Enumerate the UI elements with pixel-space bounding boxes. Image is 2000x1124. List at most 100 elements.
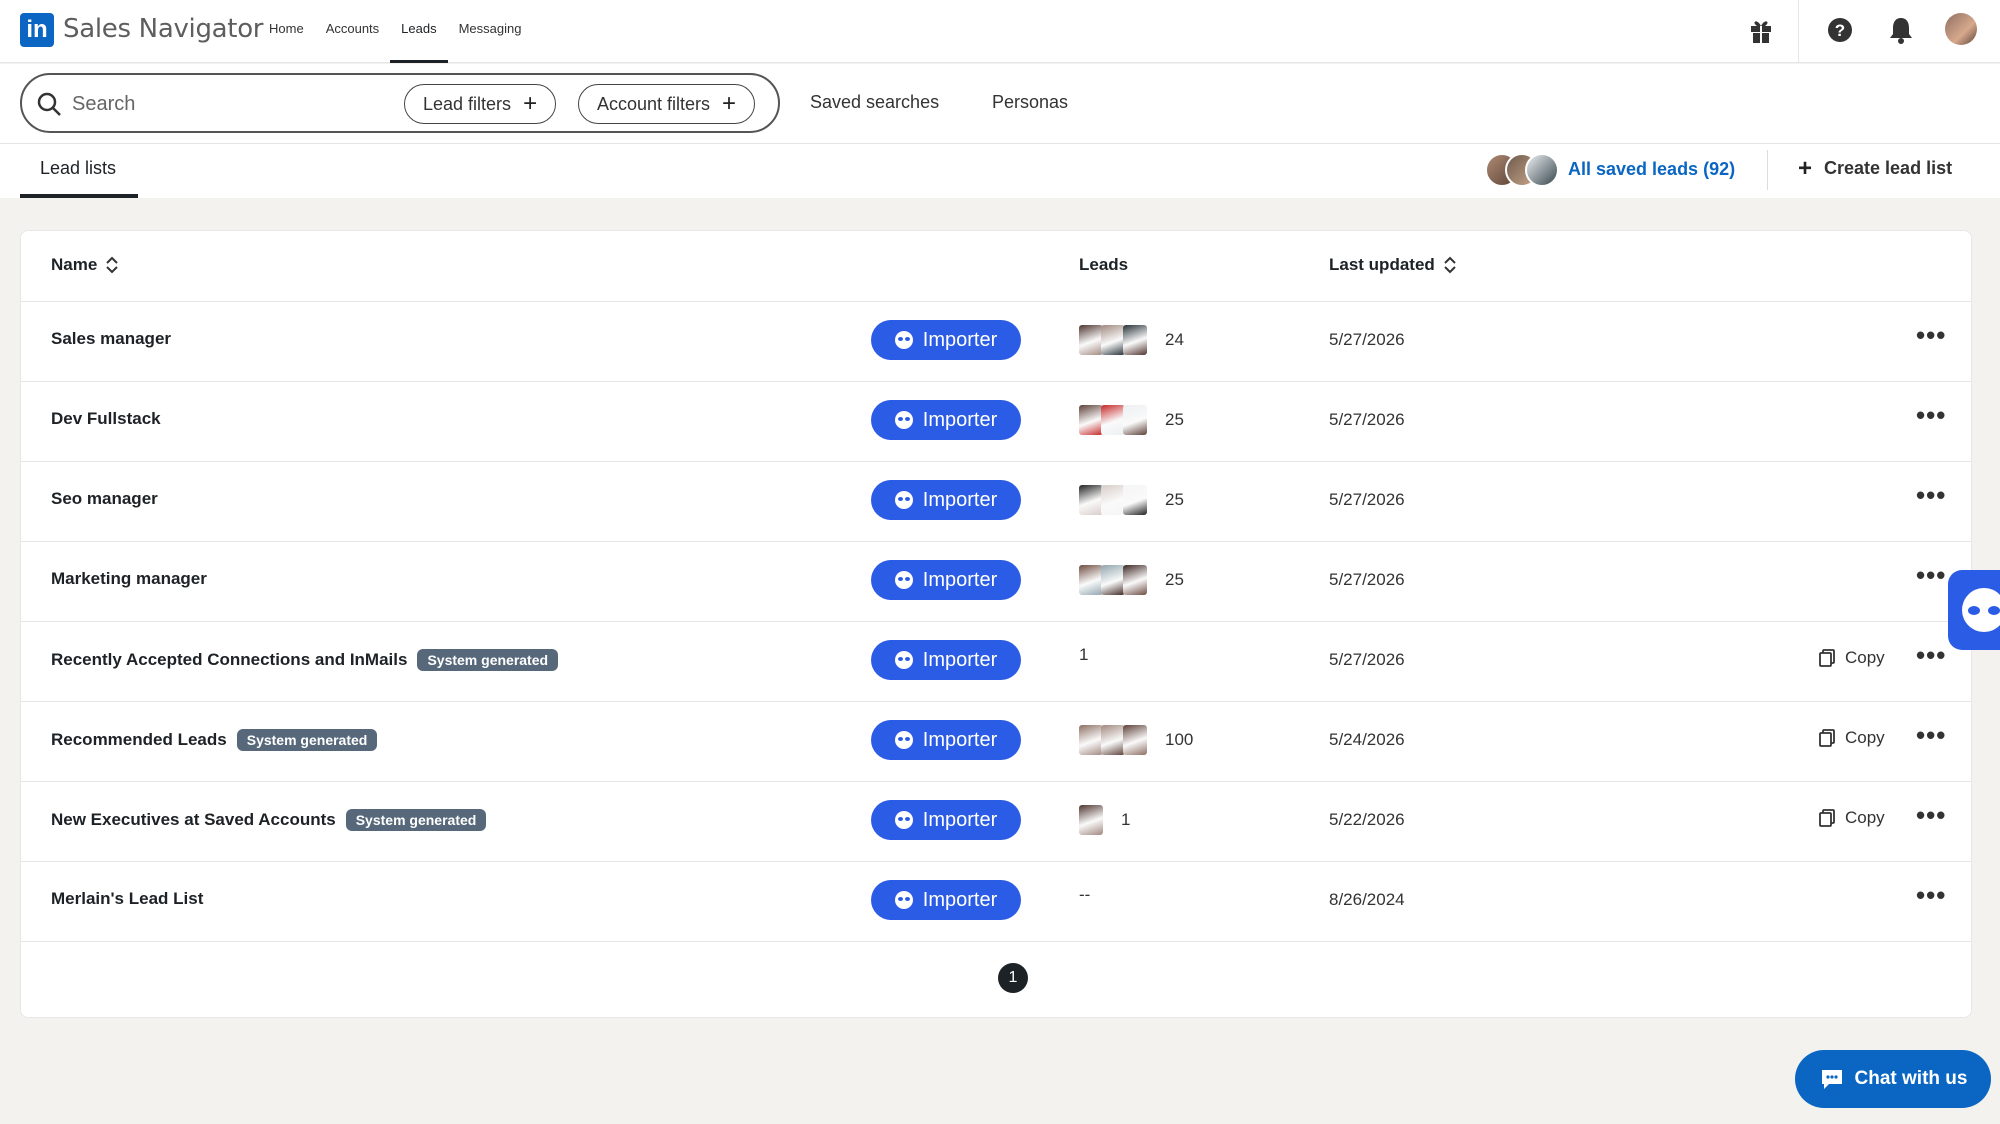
table-row[interactable]: Recommended Leads System generated Impor…	[21, 701, 1971, 782]
lead-photos	[1079, 405, 1147, 435]
leads-cell: 100	[1079, 725, 1193, 755]
nav-leads[interactable]: Leads	[390, 0, 448, 63]
importer-button[interactable]: Importer	[871, 800, 1021, 840]
system-generated-badge: System generated	[236, 729, 378, 751]
saved-searches-link[interactable]: Saved searches	[810, 92, 939, 113]
nav-home[interactable]: Home	[258, 0, 315, 63]
list-name[interactable]: New Executives at Saved Accounts	[51, 810, 336, 830]
alien-icon	[894, 491, 913, 509]
list-name[interactable]: Sales manager	[51, 329, 171, 349]
header-divider	[1767, 150, 1768, 190]
lead-photo	[1079, 485, 1103, 515]
name-header-label: Name	[51, 255, 98, 274]
lead-photos	[1079, 485, 1147, 515]
leads-cell: 1	[1079, 645, 1088, 665]
more-options-icon[interactable]: •••	[1916, 882, 1946, 908]
more-options-icon[interactable]: •••	[1916, 402, 1946, 428]
table-row[interactable]: Dev Fullstack Importer 25 5/27/2026 •••	[21, 381, 1971, 462]
create-lead-list-button[interactable]: + Create lead list	[1798, 156, 1953, 180]
table-row[interactable]: Sales manager Importer 24 5/27/2026 •••	[21, 301, 1971, 382]
plus-icon: +	[523, 90, 538, 117]
leads-cell: 24	[1079, 325, 1184, 355]
table-row[interactable]: Merlain's Lead List Importer -- 8/26/202…	[21, 861, 1971, 942]
last-updated-column-header[interactable]: Last updated	[1329, 255, 1457, 275]
leads-column-header: Leads	[1079, 255, 1128, 275]
bell-icon[interactable]	[1885, 14, 1917, 46]
nav-divider	[1798, 0, 1799, 63]
system-generated-badge: System generated	[417, 649, 559, 671]
brand-name[interactable]: Sales Navigator	[63, 14, 263, 44]
lead-photo	[1101, 565, 1125, 595]
last-updated-date: 5/27/2026	[1329, 410, 1405, 429]
importer-button[interactable]: Importer	[871, 560, 1021, 600]
importer-button[interactable]: Importer	[871, 480, 1021, 520]
lead-photo	[1123, 725, 1147, 755]
more-options-icon[interactable]: •••	[1916, 482, 1946, 508]
last-updated-header-label: Last updated	[1329, 255, 1435, 274]
list-name[interactable]: Marketing manager	[51, 569, 207, 589]
importer-button[interactable]: Importer	[871, 720, 1021, 760]
importer-label: Importer	[922, 648, 998, 671]
list-name-cell: Recommended Leads System generated	[51, 729, 378, 751]
more-options-icon[interactable]: •••	[1916, 562, 1946, 588]
leads-count: 25	[1165, 490, 1184, 509]
copy-icon	[1819, 649, 1835, 667]
importer-label: Importer	[922, 488, 998, 511]
importer-label: Importer	[922, 408, 998, 431]
copy-button[interactable]: Copy	[1819, 808, 1885, 828]
table-row[interactable]: Marketing manager Importer 25 5/27/2026 …	[21, 541, 1971, 622]
importer-button[interactable]: Importer	[871, 880, 1021, 920]
table-row[interactable]: Seo manager Importer 25 5/27/2026 •••	[21, 461, 1971, 542]
leads-header-label: Leads	[1079, 255, 1129, 274]
copy-button[interactable]: Copy	[1819, 728, 1885, 748]
name-column-header[interactable]: Name	[51, 255, 119, 275]
importer-button[interactable]: Importer	[871, 320, 1021, 360]
table-row[interactable]: New Executives at Saved Accounts System …	[21, 781, 1971, 862]
sort-icon	[1444, 256, 1456, 274]
help-icon[interactable]: ?	[1824, 14, 1856, 46]
lead-photos	[1079, 805, 1103, 835]
chat-with-us-button[interactable]: Chat with us	[1795, 1050, 1991, 1108]
lead-photo	[1101, 405, 1125, 435]
list-name[interactable]: Recently Accepted Connections and InMail…	[51, 650, 407, 670]
create-lead-list-label: Create lead list	[1824, 158, 1953, 178]
more-options-icon[interactable]: •••	[1916, 322, 1946, 348]
list-name[interactable]: Merlain's Lead List	[51, 889, 203, 909]
importer-label: Importer	[922, 328, 998, 351]
linkedin-logo[interactable]: in	[20, 13, 54, 47]
all-saved-leads-link[interactable]: All saved leads (92)	[1568, 159, 1735, 180]
more-options-icon[interactable]: •••	[1916, 642, 1946, 668]
lead-filters-button[interactable]: Lead filters +	[404, 84, 557, 124]
more-options-icon[interactable]: •••	[1916, 722, 1946, 748]
list-name[interactable]: Recommended Leads	[51, 730, 227, 750]
importer-button[interactable]: Importer	[871, 400, 1021, 440]
list-name[interactable]: Seo manager	[51, 489, 158, 509]
leads-count: 1	[1079, 645, 1089, 664]
lead-photo	[1079, 725, 1103, 755]
lead-filters-label: Lead filters	[423, 93, 512, 114]
copy-label: Copy	[1845, 808, 1885, 827]
importer-extension-tab[interactable]	[1948, 570, 2000, 650]
top-nav: in Sales Navigator Home Accounts Leads M…	[0, 0, 2000, 63]
tab-lead-lists[interactable]: Lead lists	[20, 144, 138, 198]
importer-label: Importer	[922, 808, 998, 831]
account-filters-button[interactable]: Account filters +	[578, 84, 756, 124]
page-1-button[interactable]: 1	[998, 963, 1028, 993]
personas-link[interactable]: Personas	[992, 92, 1068, 113]
search-input[interactable]	[70, 85, 394, 123]
gift-icon[interactable]	[1745, 14, 1777, 46]
table-row[interactable]: Recently Accepted Connections and InMail…	[21, 621, 1971, 702]
copy-button[interactable]: Copy	[1819, 648, 1885, 668]
nav-accounts[interactable]: Accounts	[315, 0, 390, 63]
lead-photo	[1079, 405, 1103, 435]
list-name-cell: New Executives at Saved Accounts System …	[51, 809, 487, 831]
nav-messaging[interactable]: Messaging	[448, 0, 533, 63]
chat-bubble-icon	[1821, 1070, 1842, 1089]
leads-count: 1	[1121, 810, 1131, 829]
list-name[interactable]: Dev Fullstack	[51, 409, 161, 429]
more-options-icon[interactable]: •••	[1916, 802, 1946, 828]
alien-icon	[1962, 588, 2000, 632]
avatar[interactable]	[1945, 13, 1977, 45]
importer-button[interactable]: Importer	[871, 640, 1021, 680]
lead-photo	[1123, 325, 1147, 355]
